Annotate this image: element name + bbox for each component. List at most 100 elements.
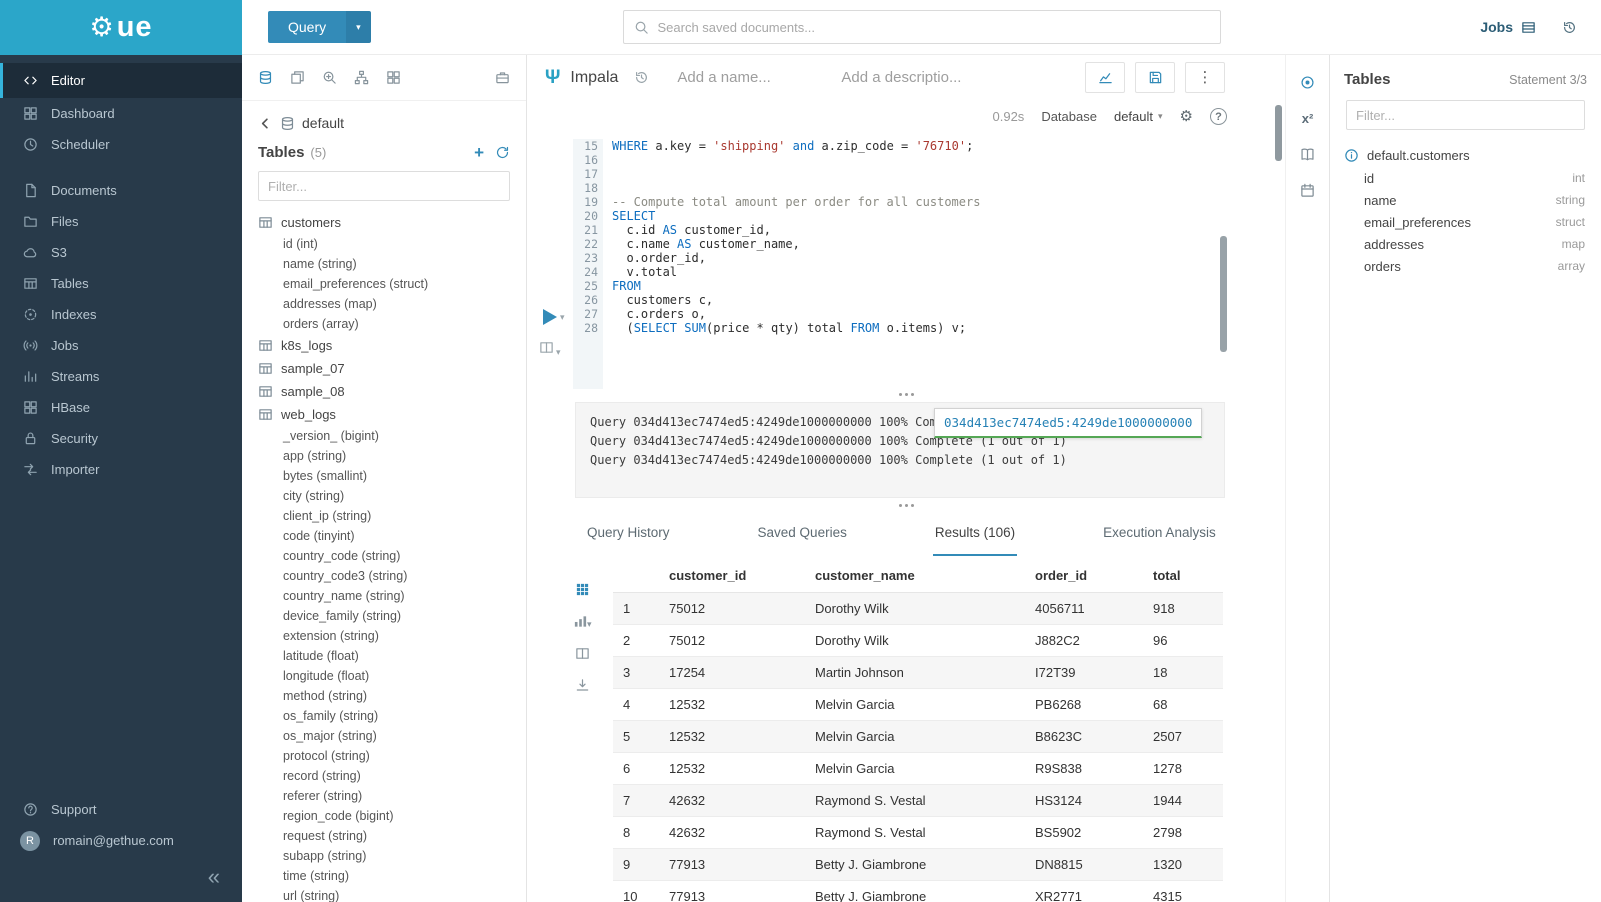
results-cell[interactable]: J882C2 — [1025, 625, 1143, 657]
functions-icon[interactable]: x² — [1302, 111, 1314, 126]
schedule-icon[interactable] — [1300, 183, 1315, 198]
results-cell[interactable]: Melvin Garcia — [805, 753, 1025, 785]
results-grid-button[interactable] — [575, 582, 590, 597]
code-line[interactable]: (SELECT SUM(price * qty) total FROM o.it… — [612, 321, 1285, 335]
results-cell[interactable]: Dorothy Wilk — [805, 625, 1025, 657]
results-header[interactable]: total — [1143, 558, 1223, 593]
results-cell[interactable]: BS5902 — [1025, 817, 1143, 849]
query-history-icon[interactable] — [634, 70, 649, 85]
results-cell[interactable]: 4315 — [1143, 881, 1223, 902]
results-header[interactable]: customer_name — [805, 558, 1025, 593]
assist-column[interactable]: country_code3 (string) — [242, 566, 526, 586]
chart-button[interactable] — [1085, 62, 1125, 93]
editor-scrollbar[interactable] — [1220, 236, 1227, 352]
results-cell[interactable]: 75012 — [659, 593, 805, 625]
results-download-button[interactable] — [575, 678, 590, 693]
results-cell[interactable]: 17254 — [659, 657, 805, 689]
results-cell[interactable]: Martin Johnson — [805, 657, 1025, 689]
query-id-tooltip[interactable]: 034d413ec7474ed5:4249de1000000000 — [934, 408, 1202, 438]
collapse-sidebar-icon[interactable]: « — [208, 868, 220, 886]
tab-execution-analysis[interactable]: Execution Analysis — [1101, 511, 1218, 556]
assist-table-k8s_logs[interactable]: k8s_logs — [242, 334, 526, 357]
active-table[interactable]: default.customers — [1330, 138, 1601, 167]
assist-column[interactable]: orders (array) — [242, 314, 526, 334]
sidebar-item-hbase[interactable]: HBase — [0, 392, 242, 423]
results-cell[interactable]: Betty J. Giambrone — [805, 881, 1025, 902]
assist-column[interactable]: country_code (string) — [242, 546, 526, 566]
assist-column[interactable]: time (string) — [242, 866, 526, 886]
results-cell[interactable]: 12532 — [659, 689, 805, 721]
editor-content[interactable]: WHERE a.key = 'shipping' and a.zip_code … — [603, 139, 1285, 389]
results-cell[interactable]: Melvin Garcia — [805, 689, 1025, 721]
assist-column[interactable]: region_code (bigint) — [242, 806, 526, 826]
results-pivot-button[interactable] — [575, 646, 590, 661]
assist-documents-icon[interactable] — [290, 70, 305, 85]
sidebar-item-user[interactable]: Rromain@gethue.com — [0, 825, 242, 856]
results-cell[interactable]: 2798 — [1143, 817, 1223, 849]
query-dropdown-caret-icon[interactable]: ▾ — [346, 11, 371, 43]
hue-logo[interactable]: ⚙ ue — [0, 0, 242, 55]
results-cell[interactable]: 75012 — [659, 625, 805, 657]
sidebar-item-documents[interactable]: Documents — [0, 175, 242, 206]
code-line[interactable]: WHERE a.key = 'shipping' and a.zip_code … — [612, 139, 1285, 153]
assist-hdfs-icon[interactable] — [354, 70, 369, 85]
assist-column[interactable]: id (int) — [242, 234, 526, 254]
sidebar-item-tables[interactable]: Tables — [0, 268, 242, 299]
docs-icon[interactable] — [1300, 147, 1315, 162]
code-line[interactable]: customers c, — [612, 293, 1285, 307]
more-actions-button[interactable]: ⋮ — [1185, 62, 1225, 93]
sidebar-item-s3[interactable]: S3 — [0, 237, 242, 268]
execute-button[interactable] — [543, 309, 557, 325]
assist-databases-icon[interactable] — [258, 70, 273, 85]
results-cell[interactable]: 77913 — [659, 849, 805, 881]
sidebar-item-editor[interactable]: Editor — [0, 63, 242, 98]
assist-column[interactable]: device_family (string) — [242, 606, 526, 626]
back-chevron-icon[interactable] — [258, 116, 273, 131]
query-name-input[interactable] — [677, 69, 827, 86]
results-cell[interactable]: Betty J. Giambrone — [805, 849, 1025, 881]
results-cell[interactable]: 1278 — [1143, 753, 1223, 785]
search-input[interactable] — [658, 20, 1210, 35]
code-line[interactable]: c.orders o, — [612, 307, 1285, 321]
sidebar-item-support[interactable]: Support — [0, 794, 242, 825]
results-cell[interactable]: DN8815 — [1025, 849, 1143, 881]
results-cell[interactable]: 12532 — [659, 753, 805, 785]
engine-selector[interactable]: Ψ Impala — [545, 68, 618, 87]
assist-collections-icon[interactable] — [495, 70, 510, 85]
assist-column[interactable]: client_ip (string) — [242, 506, 526, 526]
results-cell[interactable]: Raymond S. Vestal — [805, 817, 1025, 849]
code-line[interactable] — [612, 167, 1285, 181]
code-editor[interactable]: ▾ ▾ 1516171819202122232425262728 WHERE a… — [527, 133, 1285, 389]
sidebar-item-streams[interactable]: Streams — [0, 361, 242, 392]
results-cell[interactable]: 2507 — [1143, 721, 1223, 753]
page-scrollbar[interactable] — [1275, 105, 1282, 161]
tab-query-history[interactable]: Query History — [585, 511, 672, 556]
results-cell[interactable]: R9S838 — [1025, 753, 1143, 785]
editor-options-button[interactable]: ▾ — [539, 340, 561, 358]
assist-table-web_logs[interactable]: web_logs — [242, 403, 526, 426]
execute-options-caret-icon[interactable]: ▾ — [560, 313, 565, 322]
code-line[interactable]: c.name AS customer_name, — [612, 237, 1285, 251]
splitter-handle-top[interactable] — [527, 389, 1285, 400]
results-cell[interactable]: 42632 — [659, 785, 805, 817]
assist-column[interactable]: country_name (string) — [242, 586, 526, 606]
query-button-label[interactable]: Query — [268, 11, 346, 43]
assist-column[interactable]: protocol (string) — [242, 746, 526, 766]
database-select[interactable]: default ▾ — [1114, 109, 1163, 124]
right-panel-column[interactable]: email_preferencesstruct — [1330, 211, 1601, 233]
results-cell[interactable]: 42632 — [659, 817, 805, 849]
sidebar-item-files[interactable]: Files — [0, 206, 242, 237]
code-line[interactable] — [612, 153, 1285, 167]
right-panel-filter-input[interactable] — [1346, 100, 1585, 130]
assist-column[interactable]: latitude (float) — [242, 646, 526, 666]
assist-column[interactable]: city (string) — [242, 486, 526, 506]
results-cell[interactable]: 4056711 — [1025, 593, 1143, 625]
code-line[interactable] — [612, 181, 1285, 195]
results-cell[interactable]: 96 — [1143, 625, 1223, 657]
assist-column[interactable]: code (tinyint) — [242, 526, 526, 546]
breadcrumb-database[interactable]: default — [302, 115, 344, 131]
tab-results-106-[interactable]: Results (106) — [933, 511, 1017, 556]
assist-column[interactable]: referer (string) — [242, 786, 526, 806]
assist-column[interactable]: request (string) — [242, 826, 526, 846]
assist-column[interactable]: os_family (string) — [242, 706, 526, 726]
